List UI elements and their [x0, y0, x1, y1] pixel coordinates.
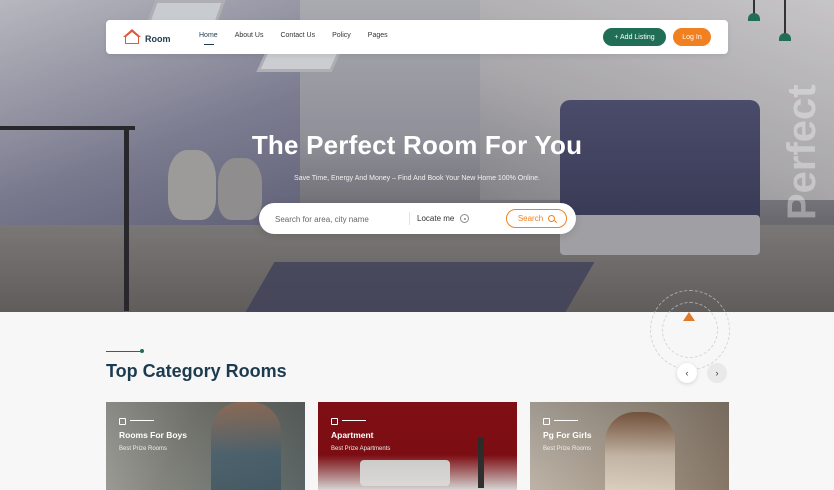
- category-card-rooms-for-boys[interactable]: Rooms For Boys Best Prize Rooms: [106, 402, 305, 490]
- card-title: Rooms For Boys: [119, 430, 188, 440]
- card-subtitle: Best Prize Apartments: [331, 446, 391, 452]
- main-nav: Home About Us Contact Us Policy Pages: [199, 32, 388, 45]
- add-listing-button[interactable]: + Add Listing: [603, 28, 666, 46]
- section-title: Top Category Rooms: [106, 361, 287, 381]
- carousel-prev-button[interactable]: ‹: [677, 363, 697, 383]
- hero-title: The Perfect Room For You: [251, 130, 583, 160]
- hero-subtitle: Save Time, Energy And Money – Find And B…: [294, 175, 540, 182]
- card-label-decor: [543, 412, 578, 430]
- nav-item-home[interactable]: Home: [199, 32, 218, 45]
- brand-logo[interactable]: Room: [122, 29, 171, 45]
- card-label-line: [130, 420, 154, 422]
- nav-item-pages[interactable]: Pages: [368, 32, 388, 39]
- card-label-line: [342, 420, 366, 422]
- search-input[interactable]: [275, 212, 403, 226]
- nav-item-contact-us[interactable]: Contact Us: [280, 32, 315, 39]
- card-label-line: [554, 420, 578, 422]
- search-icon: [548, 215, 556, 222]
- card-title: Apartment: [331, 430, 374, 440]
- pendant-lamp-cord: [784, 0, 786, 34]
- nav-item-about-us[interactable]: About Us: [235, 32, 264, 39]
- nav-item-policy[interactable]: Policy: [332, 32, 351, 39]
- decorative-triangle: [683, 312, 695, 321]
- card-label-decor: [119, 412, 154, 430]
- section-accent-line: [106, 351, 140, 352]
- pendant-lamp-cord: [753, 0, 755, 14]
- card-title: Pg For Girls: [543, 430, 592, 440]
- home-icon: [119, 418, 126, 425]
- section-accent-dot: [140, 349, 144, 353]
- home-icon: [331, 418, 338, 425]
- locate-me-button[interactable]: Locate me: [417, 211, 470, 226]
- category-card-pg-for-girls[interactable]: Pg For Girls Best Prize Rooms: [530, 402, 729, 490]
- carousel-next-button[interactable]: ›: [707, 363, 727, 383]
- login-button[interactable]: Log In: [673, 28, 711, 46]
- chevron-left-icon: ‹: [685, 368, 689, 378]
- card-label-decor: [331, 412, 366, 430]
- house-icon: [122, 29, 142, 45]
- card-subtitle: Best Prize Rooms: [543, 446, 592, 452]
- pendant-lamp-icon: [748, 13, 760, 21]
- search-button-label: Search: [517, 214, 544, 223]
- search-divider: [409, 212, 410, 225]
- decorative-circle: [662, 302, 718, 358]
- brand-name: Room: [145, 34, 171, 44]
- chevron-right-icon: ›: [715, 368, 719, 378]
- crosshair-icon: [460, 214, 470, 223]
- search-bar: Locate me Search: [259, 203, 576, 234]
- locate-me-label: Locate me: [417, 214, 455, 223]
- card-subtitle: Best Prize Rooms: [119, 446, 168, 452]
- category-card-apartment[interactable]: Apartment Best Prize Apartments: [318, 402, 517, 490]
- home-icon: [543, 418, 550, 425]
- search-button[interactable]: Search: [506, 209, 567, 228]
- top-navbar: Room Home About Us Contact Us Policy Pag…: [106, 20, 728, 54]
